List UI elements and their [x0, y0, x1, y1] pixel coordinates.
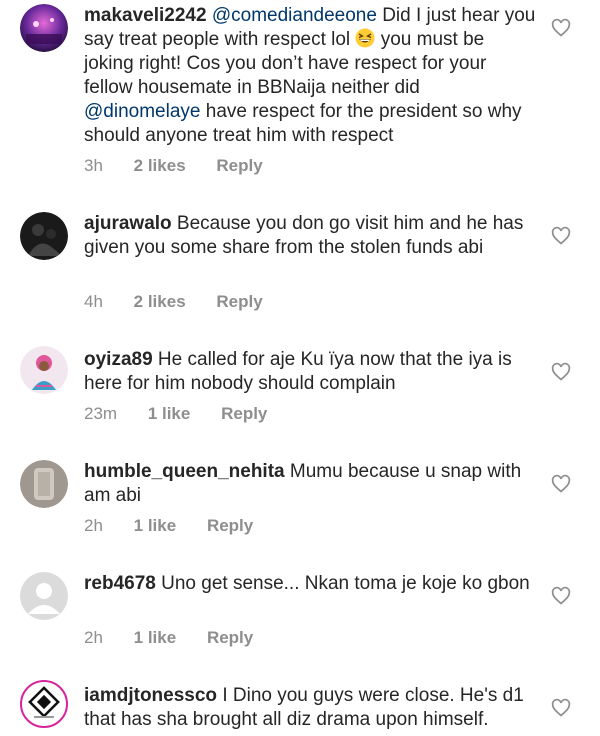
likes-count[interactable]: 1 like: [148, 404, 191, 423]
likes-count[interactable]: 2 likes: [134, 156, 186, 175]
comment-timestamp: 3h: [84, 156, 103, 175]
heart-outline-icon[interactable]: [551, 18, 571, 38]
comment-text: iamdjtonessco I Dino you guys were close…: [84, 684, 539, 732]
comment-text: reb4678 Uno get sense... Nkan toma je ko…: [84, 572, 539, 596]
reply-button[interactable]: Reply: [221, 404, 267, 423]
avatar[interactable]: [20, 4, 68, 52]
comment-username[interactable]: humble_queen_nehita: [84, 461, 285, 482]
comment-meta: 23m 1 like Reply: [84, 404, 293, 424]
reply-button[interactable]: Reply: [216, 156, 262, 175]
reply-button[interactable]: Reply: [216, 292, 262, 311]
comment-text: oyiza89 He called for aje Ku ïya now tha…: [84, 348, 539, 396]
heart-outline-icon[interactable]: [551, 586, 571, 606]
comment-username[interactable]: ajurawalo: [84, 213, 172, 234]
heart-outline-icon[interactable]: [551, 698, 571, 718]
comment-username[interactable]: oyiza89: [84, 349, 153, 370]
comment-text: humble_queen_nehita Mumu because u snap …: [84, 460, 539, 508]
comment-timestamp: 23m: [84, 404, 118, 423]
avatar[interactable]: [20, 460, 68, 508]
heart-outline-icon[interactable]: [551, 362, 571, 382]
comment-body: Uno get sense... Nkan toma je koje ko gb…: [155, 573, 530, 594]
likes-count[interactable]: 2 likes: [134, 292, 186, 311]
comment-text: ajurawalo Because you don go visit him a…: [84, 212, 539, 260]
comment-timestamp: 4h: [84, 292, 103, 311]
comment-timestamp: 2h: [84, 628, 103, 647]
avatar[interactable]: [20, 212, 68, 260]
heart-outline-icon[interactable]: [551, 474, 571, 494]
comment-meta: 2h 1 like Reply: [84, 516, 279, 536]
default-avatar-icon[interactable]: [20, 572, 68, 620]
comment-username[interactable]: iamdjtonessco: [84, 685, 217, 706]
comment-text: makaveli2242 @comediandeeone Did I just …: [84, 4, 539, 148]
reply-button[interactable]: Reply: [207, 628, 253, 647]
reply-button[interactable]: Reply: [207, 516, 253, 535]
comment-meta: 3h 2 likes Reply: [84, 156, 289, 176]
grinning-squinting-face-emoji: [355, 28, 375, 48]
comment-username[interactable]: reb4678: [84, 573, 156, 594]
comment-item: iamdjtonessco I Dino you guys were close…: [0, 680, 600, 736]
avatar[interactable]: [20, 680, 68, 728]
comment-timestamp: 2h: [84, 516, 103, 535]
likes-count[interactable]: 1 like: [134, 628, 177, 647]
mention-link[interactable]: @dinomelaye: [84, 101, 200, 122]
heart-outline-icon[interactable]: [551, 226, 571, 246]
avatar[interactable]: [20, 346, 68, 394]
comment-meta: 4h 2 likes Reply: [84, 292, 289, 312]
comment-meta: 2h 1 like Reply: [84, 628, 279, 648]
likes-count[interactable]: 1 like: [134, 516, 177, 535]
comment-username[interactable]: makaveli2242: [84, 5, 207, 26]
mention-link[interactable]: @comediandeeone: [212, 5, 377, 26]
